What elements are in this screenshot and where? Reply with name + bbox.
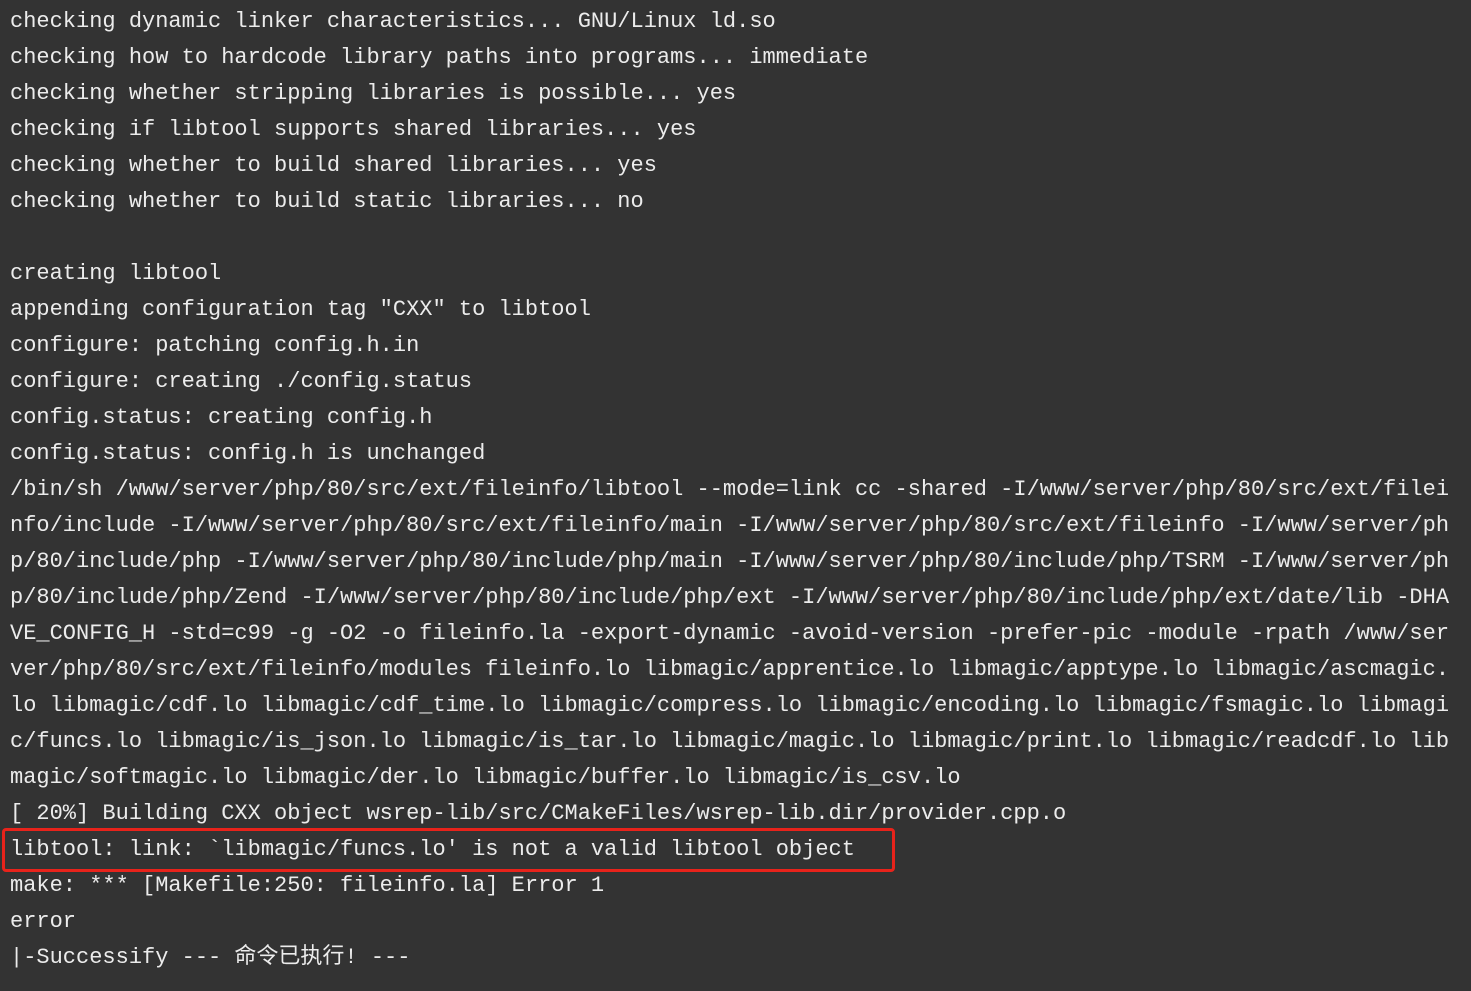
terminal-line: creating libtool <box>10 261 222 286</box>
terminal-line: lo libmagic/cdf.lo libmagic/cdf_time.lo … <box>10 693 1450 718</box>
terminal-line: ver/php/80/src/ext/fileinfo/modules file… <box>10 657 1450 682</box>
terminal-line: configure: creating ./config.status <box>10 369 473 394</box>
terminal-line: VE_CONFIG_H -std=c99 -g -O2 -o fileinfo.… <box>10 621 1450 646</box>
terminal-line: configure: patching config.h.in <box>10 333 420 358</box>
terminal-line: checking how to hardcode library paths i… <box>10 45 869 70</box>
terminal-line: checking whether to build shared librari… <box>10 153 657 178</box>
terminal-line: [ 20%] Building CXX object wsrep-lib/src… <box>10 801 1067 826</box>
terminal-line: checking if libtool supports shared libr… <box>10 117 697 142</box>
terminal-line: checking whether to build static librari… <box>10 189 644 214</box>
terminal-line: /bin/sh /www/server/php/80/src/ext/filei… <box>10 477 1450 502</box>
terminal-line: |-Successify --- 命令已执行! --- <box>10 945 411 970</box>
terminal-line: magic/softmagic.lo libmagic/der.lo libma… <box>10 765 961 790</box>
terminal-line: config.status: config.h is unchanged <box>10 441 486 466</box>
terminal-line: error <box>10 909 77 934</box>
terminal-line: config.status: creating config.h <box>10 405 433 430</box>
terminal-line: nfo/include -I/www/server/php/80/src/ext… <box>10 513 1450 538</box>
terminal-line: checking dynamic linker characteristics.… <box>10 9 776 34</box>
error-highlight-box <box>2 828 895 872</box>
terminal-line: appending configuration tag "CXX" to lib… <box>10 297 591 322</box>
terminal-line: make: *** [Makefile:250: fileinfo.la] Er… <box>10 873 605 898</box>
terminal-line: p/80/include/php -I/www/server/php/80/in… <box>10 549 1450 574</box>
terminal-line: c/funcs.lo libmagic/is_json.lo libmagic/… <box>10 729 1450 754</box>
terminal-line: p/80/include/php/Zend -I/www/server/php/… <box>10 585 1450 610</box>
terminal-line: checking whether stripping libraries is … <box>10 81 737 106</box>
